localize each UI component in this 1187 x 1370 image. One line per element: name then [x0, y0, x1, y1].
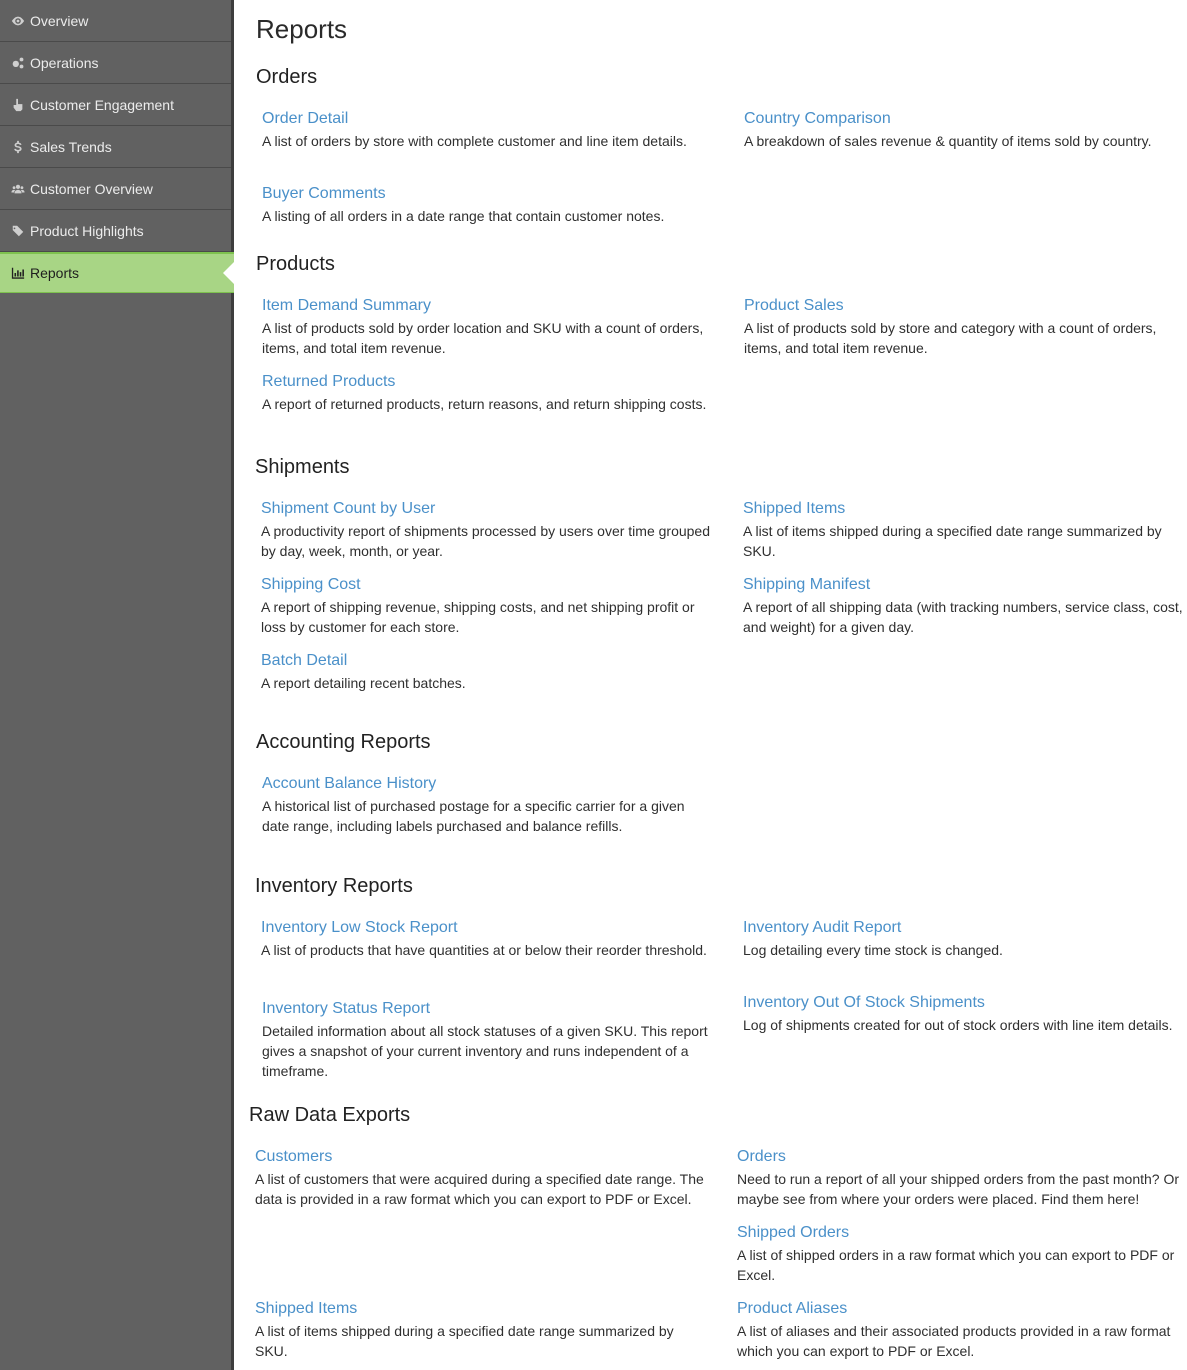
report-link[interactable]: Account Balance History — [262, 773, 712, 795]
gears-icon — [10, 55, 26, 71]
report-link[interactable]: Batch Detail — [261, 650, 711, 672]
report-description: A historical list of purchased postage f… — [262, 798, 685, 834]
dollar-icon — [10, 139, 26, 155]
report-link[interactable]: Product Aliases — [737, 1298, 1187, 1320]
section-title-accounting: Accounting Reports — [256, 731, 431, 753]
report-inventory-audit: Inventory Audit Report Log detailing eve… — [743, 917, 1187, 960]
report-description: A list of items shipped during a specifi… — [743, 523, 1162, 559]
sidebar-item-label: Reports — [30, 265, 80, 281]
section-title-raw-data-exports: Raw Data Exports — [249, 1104, 411, 1126]
report-returned-products: Returned Products A report of returned p… — [262, 371, 712, 414]
report-description: Detailed information about all stock sta… — [262, 1023, 708, 1079]
report-link[interactable]: Shipped Items — [743, 498, 1187, 520]
report-inventory-out-of-stock-shipments: Inventory Out Of Stock Shipments Log of … — [743, 992, 1187, 1035]
report-shipped-items: Shipped Items A list of items shipped du… — [743, 498, 1187, 561]
report-raw-shipped-orders: Shipped Orders A list of shipped orders … — [737, 1222, 1187, 1285]
report-raw-product-aliases: Product Aliases A list of aliases and th… — [737, 1298, 1187, 1361]
report-inventory-status: Inventory Status Report Detailed informa… — [262, 998, 712, 1081]
report-link[interactable]: Customers — [255, 1146, 705, 1168]
sidebar-item-label: Product Highlights — [30, 222, 144, 239]
report-order-detail: Order Detail A list of orders by store w… — [262, 108, 712, 151]
report-shipping-cost: Shipping Cost A report of shipping reven… — [261, 574, 711, 637]
report-description: A list of aliases and their associated p… — [737, 1323, 1171, 1359]
sidebar-item-label: Sales Trends — [30, 138, 112, 155]
pointer-hand-icon — [10, 97, 26, 113]
section-title-products: Products — [256, 253, 335, 275]
report-description: A report of returned products, return re… — [262, 396, 707, 412]
report-link[interactable]: Inventory Out Of Stock Shipments — [743, 992, 1187, 1014]
report-link[interactable]: Orders — [737, 1146, 1187, 1168]
report-description: A list of items shipped during a specifi… — [255, 1323, 674, 1359]
section-title-orders: Orders — [256, 66, 318, 88]
report-description: A list of orders by store with complete … — [262, 133, 687, 149]
report-link[interactable]: Shipment Count by User — [261, 498, 711, 520]
report-raw-shipped-items: Shipped Items A list of items shipped du… — [255, 1298, 705, 1361]
report-description: A report detailing recent batches. — [261, 675, 466, 691]
sidebar-item-label: Customer Overview — [30, 180, 153, 197]
report-description: A report of all shipping data (with trac… — [743, 599, 1183, 635]
report-description: Need to run a report of all your shipped… — [737, 1171, 1180, 1207]
report-link[interactable]: Country Comparison — [744, 108, 1187, 130]
report-description: A breakdown of sales revenue & quantity … — [744, 133, 1152, 149]
reports-main: Reports Orders Order Detail A list of or… — [237, 0, 1187, 1370]
section-title-inventory: Inventory Reports — [255, 875, 413, 897]
sidebar-item-sales-trends[interactable]: Sales Trends — [0, 126, 231, 168]
report-link[interactable]: Inventory Audit Report — [743, 917, 1187, 939]
report-item-demand-summary: Item Demand Summary A list of products s… — [262, 295, 712, 358]
report-link[interactable]: Item Demand Summary — [262, 295, 712, 317]
report-description: A list of customers that were acquired d… — [255, 1171, 704, 1207]
report-link[interactable]: Product Sales — [744, 295, 1187, 317]
report-description: A list of products sold by store and cat… — [744, 320, 1157, 356]
report-shipping-manifest: Shipping Manifest A report of all shippi… — [743, 574, 1187, 637]
section-title-shipments: Shipments — [255, 456, 350, 478]
report-link[interactable]: Inventory Low Stock Report — [261, 917, 711, 939]
report-account-balance-history: Account Balance History A historical lis… — [262, 773, 712, 836]
report-link[interactable]: Shipping Manifest — [743, 574, 1187, 596]
bar-chart-icon — [10, 265, 26, 281]
report-buyer-comments: Buyer Comments A listing of all orders i… — [262, 183, 712, 226]
sidebar: Overview Operations Customer Engagement … — [0, 0, 234, 1370]
report-description: A report of shipping revenue, shipping c… — [261, 599, 695, 635]
sidebar-item-overview[interactable]: Overview — [0, 0, 231, 42]
page-title: Reports — [256, 14, 348, 44]
report-link[interactable]: Buyer Comments — [262, 183, 712, 205]
report-inventory-low-stock: Inventory Low Stock Report A list of pro… — [261, 917, 711, 960]
sidebar-item-label: Overview — [30, 12, 89, 29]
report-description: A listing of all orders in a date range … — [262, 208, 665, 224]
report-link[interactable]: Returned Products — [262, 371, 712, 393]
report-batch-detail: Batch Detail A report detailing recent b… — [261, 650, 711, 693]
report-raw-customers: Customers A list of customers that were … — [255, 1146, 705, 1209]
report-description: Log of shipments created for out of stoc… — [743, 1017, 1173, 1033]
users-icon — [10, 181, 26, 197]
report-description: A productivity report of shipments proce… — [261, 523, 710, 559]
eye-icon — [10, 13, 26, 29]
sidebar-item-reports[interactable]: Reports — [0, 252, 234, 293]
report-description: A list of products that have quantities … — [261, 942, 707, 958]
report-description: A list of products sold by order locatio… — [262, 320, 704, 356]
report-description: A list of shipped orders in a raw format… — [737, 1247, 1175, 1283]
report-product-sales: Product Sales A list of products sold by… — [744, 295, 1187, 358]
report-link[interactable]: Shipped Items — [255, 1298, 705, 1320]
sidebar-item-product-highlights[interactable]: Product Highlights — [0, 210, 231, 252]
sidebar-item-label: Customer Engagement — [30, 96, 174, 113]
report-link[interactable]: Shipped Orders — [737, 1222, 1187, 1244]
sidebar-item-customer-engagement[interactable]: Customer Engagement — [0, 84, 231, 126]
report-link[interactable]: Shipping Cost — [261, 574, 711, 596]
report-link[interactable]: Order Detail — [262, 108, 712, 130]
report-raw-orders: Orders Need to run a report of all your … — [737, 1146, 1187, 1209]
sidebar-item-operations[interactable]: Operations — [0, 42, 231, 84]
sidebar-item-label: Operations — [30, 54, 99, 71]
sidebar-item-customer-overview[interactable]: Customer Overview — [0, 168, 231, 210]
report-shipment-count-by-user: Shipment Count by User A productivity re… — [261, 498, 711, 561]
tags-icon — [10, 223, 26, 239]
report-link[interactable]: Inventory Status Report — [262, 998, 712, 1020]
report-description: Log detailing every time stock is change… — [743, 942, 1003, 958]
report-country-comparison: Country Comparison A breakdown of sales … — [744, 108, 1187, 151]
